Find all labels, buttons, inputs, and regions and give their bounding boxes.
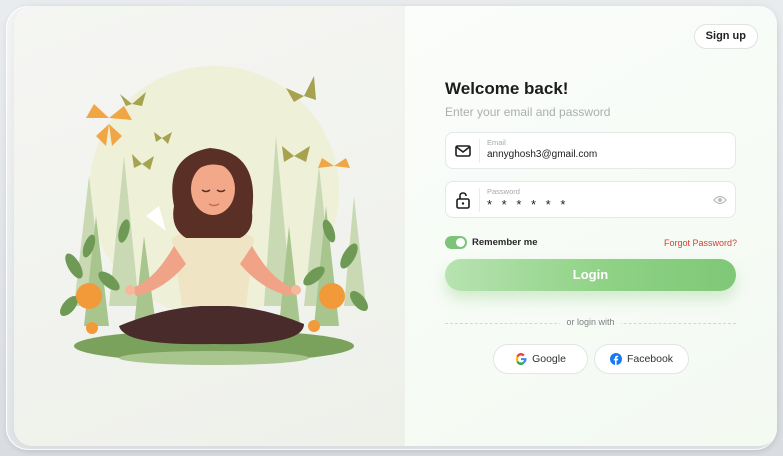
login-button[interactable]: Login: [445, 259, 736, 291]
field-divider: [479, 188, 480, 212]
password-label: Password: [487, 187, 520, 196]
eye-icon[interactable]: [713, 194, 727, 206]
illustration-panel: [14, 6, 405, 446]
signup-button[interactable]: Sign up: [693, 24, 758, 49]
divider-text: or login with: [560, 317, 621, 327]
google-button[interactable]: Google: [493, 344, 588, 374]
divider-text-wrap: or login with: [445, 317, 736, 327]
remember-me[interactable]: Remember me: [445, 236, 537, 249]
facebook-label: Facebook: [626, 353, 674, 365]
divider: or login with: [445, 317, 736, 329]
remember-label: Remember me: [472, 237, 538, 248]
forgot-password-link[interactable]: Forgot Password?: [664, 238, 737, 248]
page-subtitle: Enter your email and password: [445, 105, 611, 119]
email-label: Email: [487, 138, 506, 147]
field-divider: [479, 139, 480, 163]
password-value: * * * * * *: [487, 197, 569, 212]
email-field[interactable]: Email annyghosh3@gmail.com: [445, 132, 736, 169]
mail-icon: [455, 145, 471, 157]
facebook-button[interactable]: Facebook: [594, 344, 689, 374]
login-card: Sign up Welcome back! Enter your email a…: [14, 6, 777, 446]
login-panel: Sign up Welcome back! Enter your email a…: [405, 6, 777, 446]
google-label: Google: [532, 353, 566, 365]
meditation-illustration: [60, 66, 368, 365]
facebook-icon: [609, 353, 622, 365]
password-field[interactable]: Password * * * * * *: [445, 181, 736, 218]
email-value: annyghosh3@gmail.com: [487, 149, 598, 160]
unlock-icon: [456, 192, 470, 209]
google-icon: [516, 353, 527, 365]
page-title: Welcome back!: [445, 79, 569, 98]
remember-toggle[interactable]: [445, 236, 467, 249]
